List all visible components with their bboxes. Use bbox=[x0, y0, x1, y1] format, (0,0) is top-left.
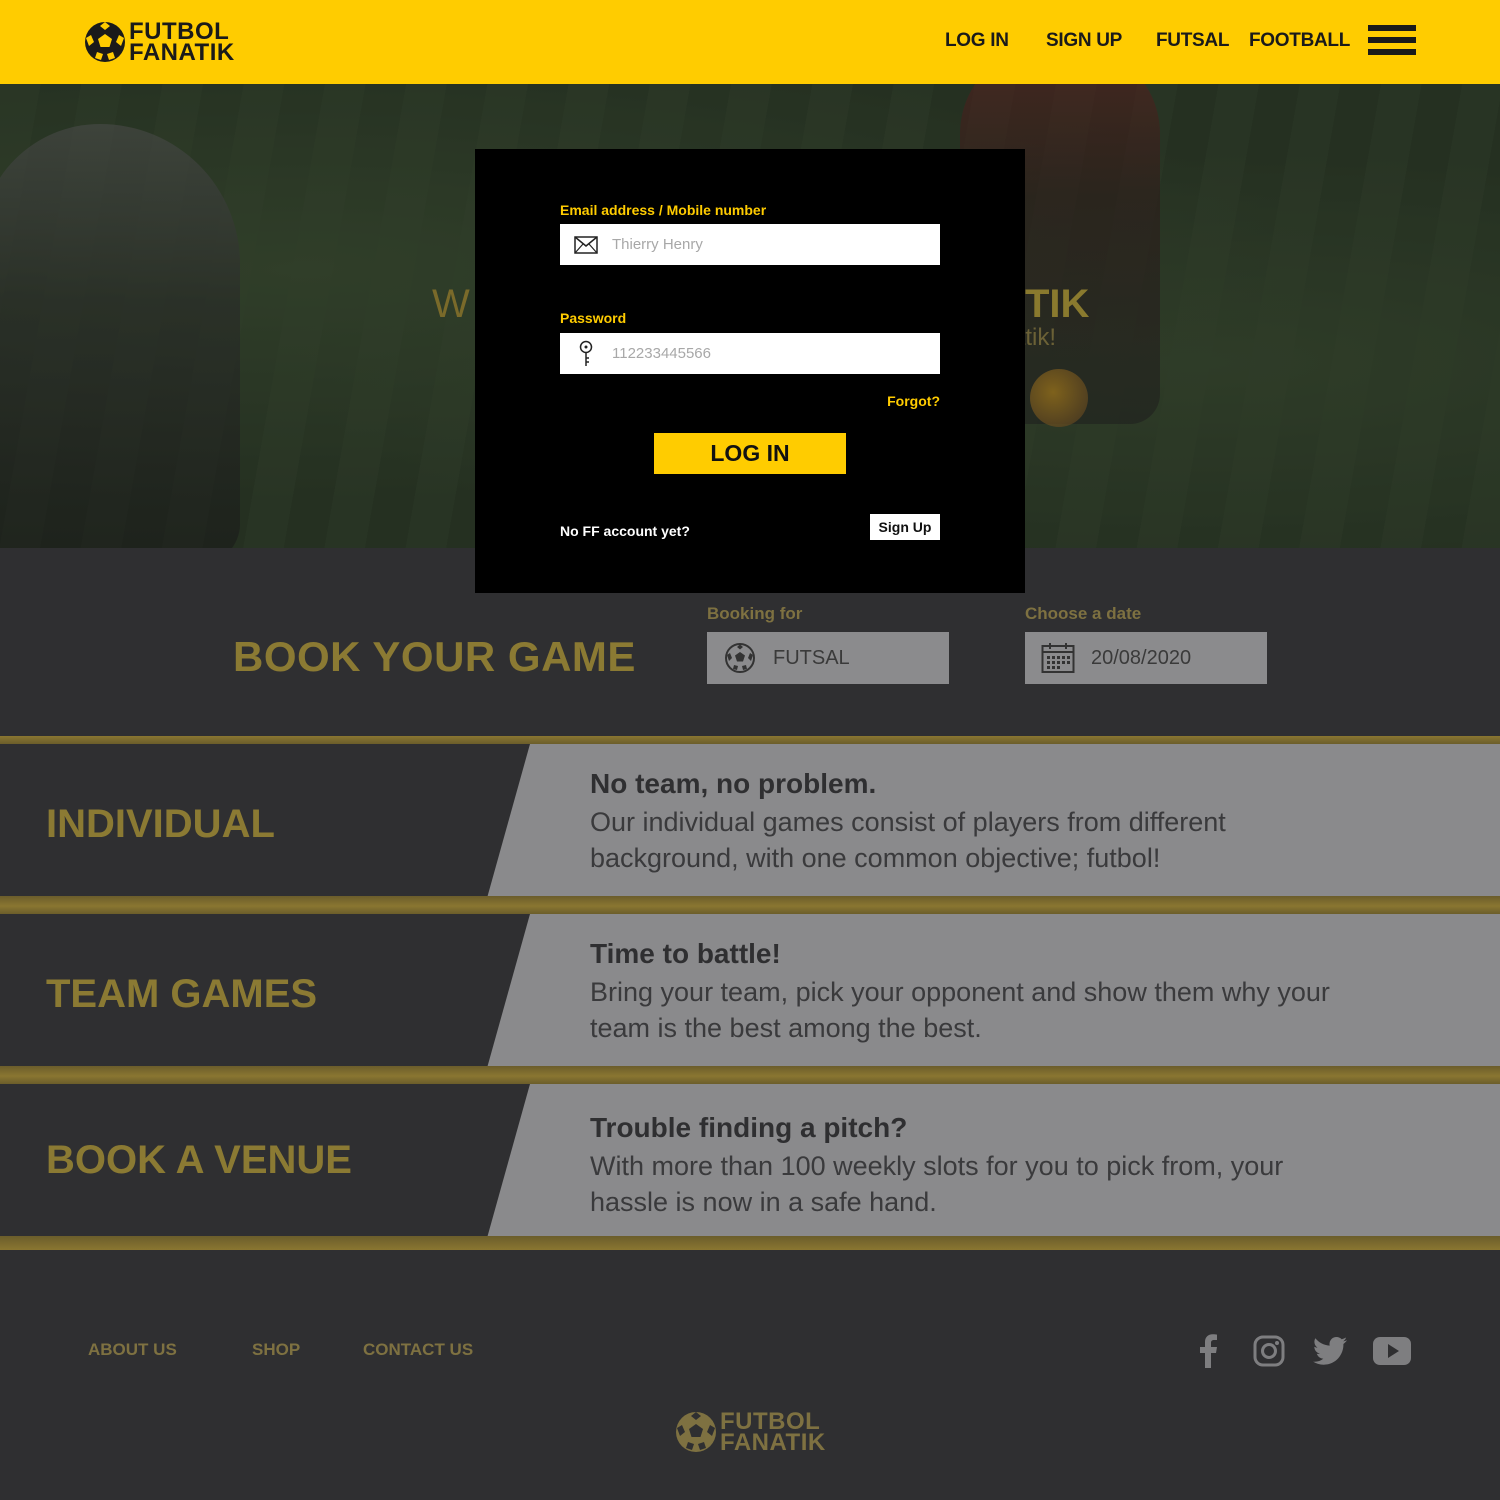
brand-logo[interactable]: FUTBOL FANATIK bbox=[83, 20, 235, 66]
feature-title: TEAM GAMES bbox=[46, 972, 318, 1016]
hero-heading-fragment-left: W bbox=[432, 282, 470, 326]
no-account-text: No FF account yet? bbox=[560, 523, 690, 539]
twitter-icon[interactable] bbox=[1309, 1330, 1351, 1372]
password-label: Password bbox=[560, 310, 627, 326]
feature-description: Bring your team, pick your opponent and … bbox=[590, 977, 1330, 1043]
feature-heading: No team, no problem. bbox=[590, 768, 877, 799]
feature-row-team-games[interactable]: TEAM GAMES Time to battle! Bring your te… bbox=[0, 906, 1500, 1076]
feature-row-book-a-venue[interactable]: BOOK A VENUE Trouble finding a pitch? Wi… bbox=[0, 1076, 1500, 1256]
nav-football[interactable]: FOOTBALL bbox=[1249, 30, 1350, 52]
email-input[interactable] bbox=[612, 236, 912, 253]
forgot-password-link[interactable]: Forgot? bbox=[870, 393, 940, 409]
nav-login[interactable]: LOG IN bbox=[945, 30, 1009, 52]
hero-heading-fragment-right: TIK bbox=[1025, 282, 1090, 326]
signup-button[interactable]: Sign Up bbox=[870, 514, 940, 540]
feature-heading: Trouble finding a pitch? bbox=[590, 1112, 908, 1143]
youtube-icon[interactable] bbox=[1371, 1330, 1413, 1372]
instagram-icon[interactable] bbox=[1248, 1330, 1290, 1372]
footer-link-shop[interactable]: SHOP bbox=[252, 1340, 300, 1360]
feature-title: BOOK A VENUE bbox=[46, 1138, 352, 1182]
nav-futsal[interactable]: FUTSAL bbox=[1156, 30, 1229, 52]
brand-line2: FANATIK bbox=[720, 1429, 826, 1456]
envelope-icon bbox=[560, 235, 612, 254]
email-label: Email address / Mobile number bbox=[560, 202, 767, 218]
feature-description: With more than 100 weekly slots for you … bbox=[590, 1151, 1284, 1217]
login-modal: Email address / Mobile number Password F… bbox=[475, 149, 1025, 593]
soccer-ball-icon bbox=[85, 22, 125, 62]
feature-row-individual[interactable]: INDIVIDUAL No team, no problem. Our indi… bbox=[0, 736, 1500, 906]
date-picker[interactable]: 20/08/2020 bbox=[1025, 632, 1267, 684]
calendar-icon bbox=[1025, 642, 1091, 674]
key-icon bbox=[560, 340, 612, 368]
login-button[interactable]: LOG IN bbox=[654, 433, 846, 474]
facebook-icon[interactable] bbox=[1187, 1330, 1229, 1372]
feature-heading: Time to battle! bbox=[590, 938, 781, 969]
book-your-game-title: BOOK YOUR GAME bbox=[233, 633, 636, 680]
date-value: 20/08/2020 bbox=[1091, 646, 1192, 669]
footer-link-contact-us[interactable]: CONTACT US bbox=[363, 1340, 473, 1360]
password-input[interactable] bbox=[612, 345, 912, 362]
booking-for-label: Booking for bbox=[707, 604, 803, 623]
booking-for-select[interactable]: FUTSAL bbox=[707, 632, 949, 684]
footer-link-about-us[interactable]: ABOUT US bbox=[88, 1340, 177, 1360]
footer-brand-logo[interactable]: FUTBOL FANATIK bbox=[674, 1410, 826, 1456]
feature-description: Our individual games consist of players … bbox=[590, 807, 1226, 873]
booking-for-value: FUTSAL bbox=[773, 646, 850, 669]
soccer-ball-icon bbox=[676, 1412, 716, 1452]
soccer-ball-icon bbox=[707, 642, 773, 674]
password-field[interactable] bbox=[560, 333, 940, 374]
brand-line2: FANATIK bbox=[129, 39, 235, 66]
hamburger-menu-icon[interactable] bbox=[1368, 25, 1416, 61]
feature-title: INDIVIDUAL bbox=[46, 802, 275, 846]
nav-signup[interactable]: SIGN UP bbox=[1046, 30, 1122, 52]
email-field[interactable] bbox=[560, 224, 940, 265]
choose-date-label: Choose a date bbox=[1025, 604, 1142, 623]
top-header: FUTBOL FANATIK LOG IN SIGN UP FUTSAL FOO… bbox=[0, 0, 1500, 84]
